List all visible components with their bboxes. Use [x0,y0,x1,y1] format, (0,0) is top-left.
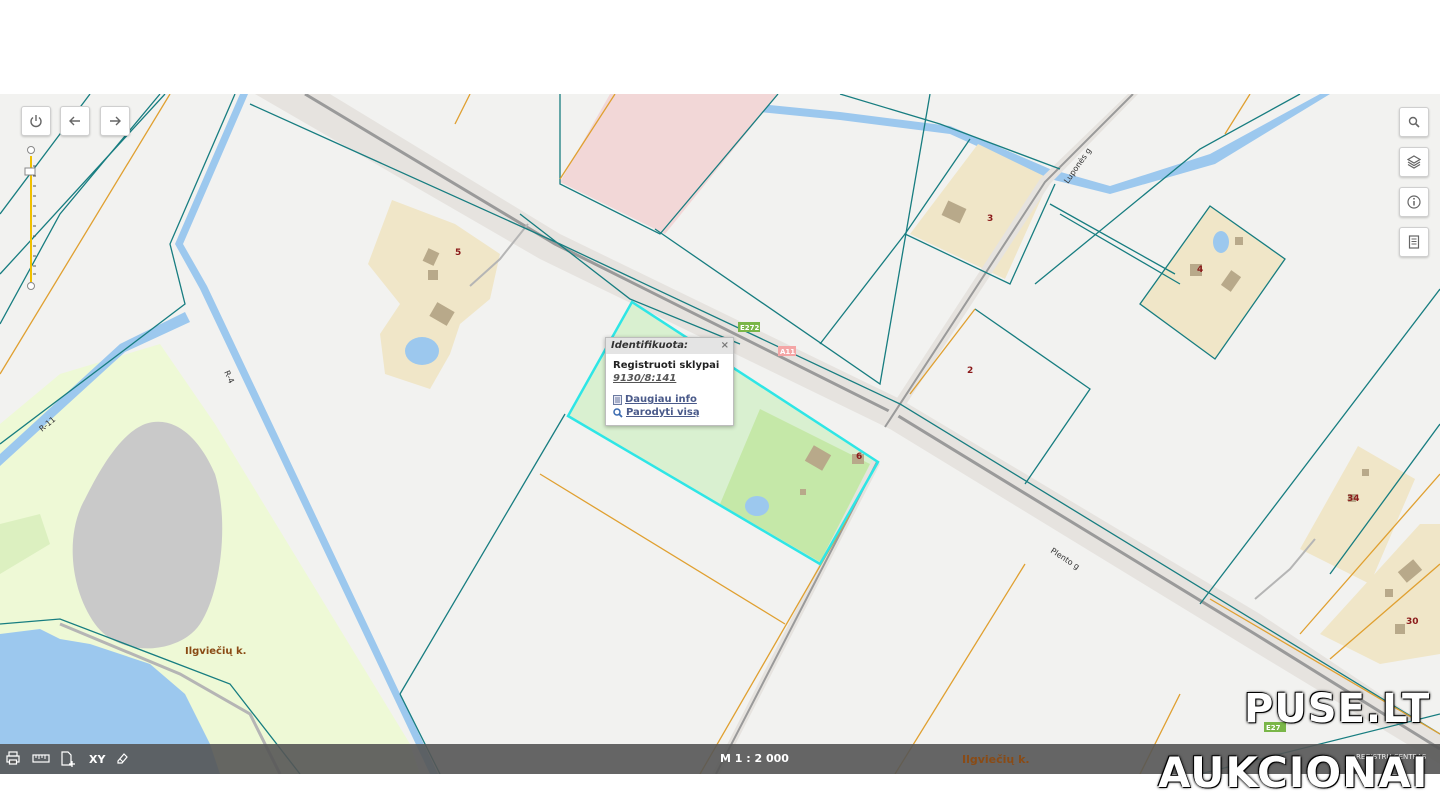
document-button[interactable] [1399,227,1429,257]
print-icon[interactable] [6,751,20,765]
more-info-label[interactable]: Daugiau info [625,394,697,405]
eraser-icon[interactable] [115,751,129,765]
more-info-link[interactable]: Daugiau info [613,393,733,406]
popup-title: Identifikuota: [611,340,689,351]
layers-button[interactable] [1399,147,1429,177]
map-scale: M 1 : 2 000 [720,752,789,765]
highway-surface [255,94,1440,764]
add-document-icon[interactable] [60,751,76,767]
back-button[interactable] [60,106,90,136]
popup-header: Identifikuota: × [606,338,733,354]
parcel-label: 4 [1197,265,1203,275]
power-icon [30,115,42,128]
map-canvas[interactable]: 5 3 4 2 6 34 30 Luponės g Plento g R-11 … [0,94,1440,774]
document-icon [1408,235,1420,249]
place-label: Ilgviečių k. [185,645,246,657]
pond [745,496,769,516]
parcel-label: 2 [967,366,973,376]
zoom-slider[interactable] [24,146,38,290]
power-button[interactable] [21,106,51,136]
parcel-label: 3 [987,214,993,224]
popup-parcel-id[interactable]: 9130/8:141 [613,373,733,384]
pond [1213,231,1229,253]
map-base: 5 3 4 2 6 34 30 Luponės g Plento g R-11 … [0,94,1440,774]
parcel-label: 30 [1406,617,1419,627]
forward-button[interactable] [100,106,130,136]
road-label-r4: R-4 [222,369,236,385]
pink-area [560,94,778,234]
zoom-out-icon[interactable] [27,282,35,290]
coordinates-button[interactable]: XY [89,753,105,766]
road-shield-e272-text: E272 [740,324,760,332]
parcel-label: 34 [1347,494,1360,504]
watermark-line2: AUKCIONAI [1158,748,1429,797]
pond [405,337,439,365]
show-all-link[interactable]: Parodyti visą [613,406,733,419]
arrow-left-icon [69,116,80,126]
layers-icon [1407,155,1421,169]
search-icon [613,407,623,418]
search-button[interactable] [1399,107,1429,137]
road-label-plento: Plento g [1049,546,1081,571]
road-shield-a11-text: A11 [780,348,795,356]
watermark-line1: PUSE.LT [1244,686,1431,732]
zoom-handle[interactable] [24,167,36,176]
arrow-right-icon [110,116,121,126]
ruler-icon[interactable] [32,751,50,765]
popup-close-button[interactable]: × [721,338,729,354]
zoom-in-icon[interactable] [27,146,35,154]
document-icon [613,394,622,405]
search-icon [1408,116,1420,128]
identify-popup: Identifikuota: × Registruoti sklypai 913… [605,337,734,426]
info-icon [1407,195,1421,209]
info-button[interactable] [1399,187,1429,217]
parcel-label: 5 [455,248,461,258]
toolbar-place-label: Ilgviečių k. [962,753,1030,766]
parcel-label: 6 [856,452,862,462]
show-all-label[interactable]: Parodyti visą [626,407,700,418]
lot-4 [1140,206,1285,359]
popup-layer-name: Registruoti sklypai [613,360,720,371]
